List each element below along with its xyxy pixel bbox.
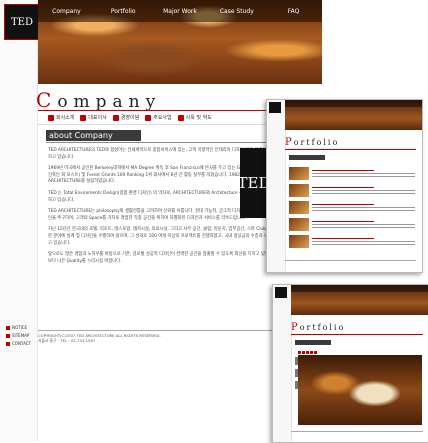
portfolio-detail-thumbnail: Portfolio	[272, 284, 428, 443]
thumb-left-column	[267, 100, 286, 272]
nav-portfolio[interactable]: Portfolio	[95, 0, 152, 22]
bullet-icon	[145, 114, 152, 121]
thumb-left-column	[273, 285, 292, 442]
thumb-title: Portfolio	[285, 137, 339, 148]
thumb-nav-item	[367, 100, 394, 107]
bullet-icon	[80, 114, 87, 121]
side-menu-label: CONTACT	[12, 341, 31, 346]
nav-faq[interactable]: FAQ	[265, 0, 322, 22]
nav-company[interactable]: Company	[38, 0, 95, 22]
thumb-nav-item	[291, 285, 319, 292]
portfolio-photo	[289, 234, 309, 248]
side-menu-label: NOTICE	[12, 325, 28, 330]
subnav-label: 회사소개	[56, 115, 75, 121]
thumb-footer-rule	[285, 260, 416, 261]
side-menu-notice[interactable]: NOTICE	[6, 324, 31, 332]
section-rule	[46, 142, 294, 143]
portfolio-text	[312, 168, 415, 179]
ted-side-logo: TED	[238, 148, 271, 218]
square-icon	[6, 342, 10, 346]
main-nav: Company Portfolio Major Work Case Study …	[38, 0, 322, 22]
thumb-title: Portfolio	[291, 322, 345, 333]
portfolio-list-thumbnail: Portfolio	[266, 99, 423, 273]
thumb-title-rule	[285, 149, 416, 150]
subnav-item-company-intro[interactable]: 회사소개	[48, 114, 74, 121]
subnav-item-location[interactable]: 사옥 및 약도	[177, 114, 212, 121]
portfolio-photo	[289, 200, 309, 214]
thumb-nav	[291, 285, 428, 292]
left-column	[0, 0, 38, 441]
portfolio-item[interactable]	[289, 166, 415, 180]
thumb-section-head	[295, 340, 331, 345]
thumb-nav-item	[395, 100, 422, 107]
portfolio-detail-photo	[298, 355, 422, 425]
portfolio-item[interactable]	[289, 183, 415, 197]
section-heading: about Company	[46, 130, 141, 141]
portfolio-photo	[289, 166, 309, 180]
bullet-icon	[177, 114, 184, 121]
portfolio-text	[312, 219, 415, 230]
thumb-nav	[285, 100, 422, 107]
thumb-nav-item	[346, 285, 374, 292]
page-title: Company	[36, 88, 161, 112]
footer: COPYRIGHT(C)2007 TED ARCHITECTURE ALL RI…	[38, 330, 298, 354]
side-menu-contact[interactable]: CONTACT	[6, 340, 31, 348]
subnav-item-philosophy[interactable]: 경영이념	[112, 114, 140, 121]
logo-text: TED	[11, 16, 33, 28]
portfolio-text	[312, 202, 415, 213]
side-menu-label: SITEMAP	[12, 333, 30, 338]
thumb-title-cap: P	[291, 322, 300, 333]
portfolio-photo	[289, 183, 309, 197]
portfolio-text	[312, 236, 415, 247]
nav-case-study[interactable]: Case Study	[208, 0, 265, 22]
ted-logo[interactable]: TED	[4, 4, 40, 40]
paragraph: 앞으로도 많은 경험과 노하우를 바탕으로 기존, 글로벌 성공적 디자인이 완…	[48, 252, 296, 264]
portfolio-item[interactable]	[289, 217, 415, 231]
thumb-nav-item	[285, 100, 312, 107]
thumb-footer-rule	[291, 431, 423, 432]
page-title-rest: ompany	[57, 92, 162, 112]
nav-major-work[interactable]: Major Work	[152, 0, 209, 22]
footer-rule	[38, 330, 298, 331]
sub-nav: 회사소개 대표이사 경영이념 주요사업 사옥 및 약도	[48, 114, 212, 121]
portfolio-text	[312, 185, 415, 196]
paragraph: 지난 15년간 한국내의 호텔, 리조트, 레스토랑, 레저시설, 의료시설, …	[48, 227, 296, 246]
portfolio-photo	[289, 217, 309, 231]
subnav-item-business[interactable]: 주요사업	[145, 114, 172, 121]
thumb-rating	[298, 351, 317, 354]
thumb-nav-item	[374, 285, 402, 292]
thumb-logo	[269, 102, 281, 113]
subnav-label: 주요사업	[153, 115, 172, 121]
thumb-nav-item	[340, 100, 367, 107]
subnav-label: 사옥 및 약도	[185, 115, 212, 121]
bullet-icon	[112, 114, 119, 121]
thumb-title-rest: ortfolio	[299, 323, 346, 332]
thumb-title-rest: ortfolio	[293, 138, 340, 147]
square-icon	[6, 334, 10, 338]
side-menu: NOTICE SITEMAP CONTACT	[6, 324, 31, 348]
bullet-icon	[48, 114, 54, 121]
portfolio-item[interactable]	[289, 234, 415, 248]
thumb-title-cap: P	[285, 137, 294, 148]
thumb-nav-item	[319, 285, 347, 292]
portfolio-item[interactable]	[289, 200, 415, 214]
subnav-label: 경영이념	[120, 115, 140, 121]
thumb-section-head	[289, 155, 325, 160]
thumb-nav-item	[401, 285, 428, 292]
page-title-cap: C	[36, 88, 58, 112]
square-icon	[6, 326, 10, 330]
thumb-nav-item	[312, 100, 339, 107]
subnav-item-ceo[interactable]: 대표이사	[80, 114, 107, 121]
thumb-title-rule	[291, 334, 423, 335]
thumb-logo	[275, 287, 287, 298]
footer-address: 서울시 중구 · TEL : 02-733-1567	[38, 338, 96, 343]
subnav-label: 대표이사	[88, 115, 107, 121]
side-menu-sitemap[interactable]: SITEMAP	[6, 332, 31, 340]
